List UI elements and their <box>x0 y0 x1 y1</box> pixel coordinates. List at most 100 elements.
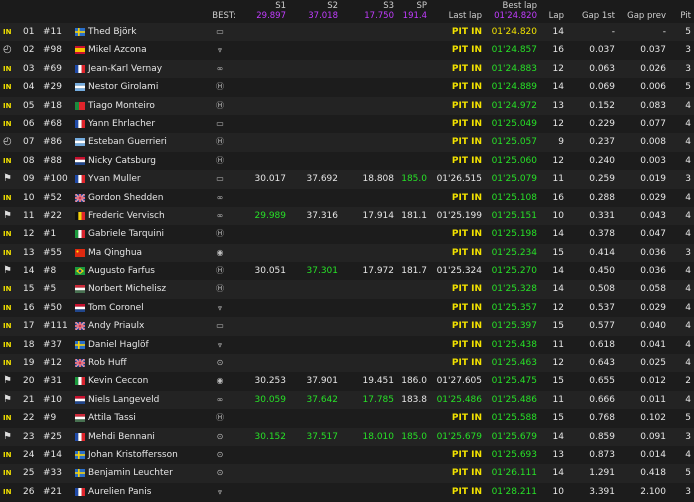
col-last-lap-header: Last lap <box>448 11 482 21</box>
last-lap: PIT IN <box>451 27 482 37</box>
table-row[interactable]: ⚑ 21 #10 Niels Langeveld ∞ 30.059 37.642 17.785… <box>0 390 694 410</box>
table-row[interactable]: IN 01 #11 Thed Björk ▭ PIT IN 01'24.820 14- -5 <box>0 23 694 42</box>
gap-to-previous: 0.011 <box>640 394 666 405</box>
sector-3-time: 19.451 <box>362 376 395 387</box>
driver-name: Ma Qinghua <box>88 247 143 258</box>
col-s2-header: S2 <box>327 1 338 11</box>
lap-count: 14 <box>552 229 564 240</box>
sector-2-time: 37.301 <box>306 266 339 277</box>
driver-name: Rob Huff <box>88 358 127 369</box>
flag-gb-icon <box>74 321 86 331</box>
vw-logo-icon: ⊙ <box>216 449 224 459</box>
position: 21 <box>23 394 35 405</box>
gap-to-first: 1.291 <box>589 468 615 479</box>
flag-fr-icon <box>75 432 85 441</box>
lap-count: 11 <box>552 174 564 185</box>
table-row[interactable]: IN 22 #9 Attila Tassi Ⓗ PIT IN 01'25.588 15 0.76… <box>0 409 694 428</box>
sector-3-time: 17.785 <box>362 394 395 405</box>
table-row[interactable]: IN 08 #88 Nicky Catsburg Ⓗ PIT IN 01'25.060 12 0… <box>0 151 694 171</box>
hyundai-logo-icon: Ⓗ <box>216 155 224 165</box>
lap-count: 14 <box>552 468 564 479</box>
table-row[interactable]: IN 26 #21 Aurelien Panis ⩔ PIT IN 01'28.211 10 3… <box>0 482 694 502</box>
gap-to-first: 0.768 <box>589 413 615 424</box>
table-row[interactable]: IN 03 #69 Jean-Karl Vernay ∞ PIT IN 01'24.883 1… <box>0 59 694 79</box>
driver-name: Frederic Vervisch <box>88 210 165 221</box>
gap-to-previous: 0.025 <box>640 358 666 369</box>
pit-status-label: IN <box>3 119 12 128</box>
pit-stops: 4 <box>685 302 691 313</box>
honda-logo-icon: Ⓗ <box>216 100 224 110</box>
table-row[interactable]: IN 13 #55 Ma Qinghua ◉ PIT IN 01'25.234 15 0.414… <box>0 243 694 263</box>
gap-to-first: 0.288 <box>589 192 615 203</box>
flag-gb-icon <box>74 192 86 203</box>
gap-to-previous: - <box>662 27 666 37</box>
gap-to-previous: 0.091 <box>640 431 666 442</box>
driver-name: Niels Langeveld <box>88 394 160 405</box>
table-row[interactable]: IN 06 #68 Yann Ehrlacher ▭ PIT IN 01'25.049 12 0… <box>0 114 694 134</box>
position: 24 <box>23 449 35 460</box>
gap-to-first: - <box>611 27 615 37</box>
pit-stops: 5 <box>685 468 691 479</box>
table-row[interactable]: IN 12 #1 Gabriele Tarquini Ⓗ PIT IN 01'25.198 1… <box>0 225 694 244</box>
table-row[interactable]: IN 24 #14 Johan Kristoffersson ⊙ PIT IN 01'25.… <box>0 445 694 465</box>
driver-name: Jean-Karl Vernay <box>88 63 163 74</box>
car-status-icon: ⚑ <box>3 173 12 185</box>
table-row[interactable]: ⚑ 20 #31 Kevin Ceccon ◉ 30.253 37.901 19.451 186… <box>0 372 694 391</box>
last-lap: PIT IN <box>451 358 482 369</box>
last-lap: 01'25.679 <box>436 431 482 442</box>
speed-trap: 186.0 <box>401 376 427 387</box>
gap-to-first: 0.331 <box>589 210 615 221</box>
lap-count: 15 <box>552 376 564 387</box>
lap-count: 12 <box>552 358 564 369</box>
table-row[interactable]: IN 05 #18 Tiago Monteiro Ⓗ PIT IN 01'24.972 13 0… <box>0 96 694 115</box>
position: 17 <box>23 321 35 332</box>
position: 12 <box>23 229 35 240</box>
driver-name: Norbert Michelisz <box>88 284 167 295</box>
honda-logo-icon: Ⓗ <box>216 137 224 147</box>
table-row[interactable]: ⚑ 23 #25 Mehdi Bennani ⊙ 30.152 37.517 18.010 18… <box>0 427 694 446</box>
lynk-logo-icon: ▭ <box>216 27 224 36</box>
gap-to-previous: 0.058 <box>640 284 666 295</box>
sector-1-time: 30.253 <box>254 376 287 387</box>
speed-trap: 183.8 <box>401 394 427 405</box>
table-row[interactable]: IN 17 #111 Andy Priaulx ▭ PIT IN 01'25.397 15 0.… <box>0 317 694 336</box>
table-row[interactable]: IN 25 #33 Benjamin Leuchter ⊙ PIT IN 01'26.111… <box>0 464 694 483</box>
table-row[interactable]: ⚑ 11 #22 Frederic Vervisch ∞ 29.989 37.316 17.9… <box>0 206 694 226</box>
driver-name: Yvan Muller <box>88 174 141 185</box>
flag-gb-icon <box>74 358 86 368</box>
table-row[interactable]: IN 16 #50 Tom Coronel ⩔ PIT IN 01'25.357 12 0.53… <box>0 298 694 318</box>
table-row[interactable]: ◴ 02 #98 Mikel Azcona ⩔ PIT IN 01'24.857 16 0.03… <box>0 41 694 60</box>
gap-to-first: 0.237 <box>589 137 615 148</box>
pit-status-label: IN <box>3 359 12 368</box>
flag-br-icon <box>75 267 85 276</box>
table-row[interactable]: IN 15 #5 Norbert Michelisz Ⓗ PIT IN 01'25.328 1… <box>0 280 694 299</box>
flag-cn-icon <box>75 248 85 257</box>
last-lap: PIT IN <box>451 63 482 74</box>
last-lap: PIT IN <box>451 486 482 497</box>
gap-to-previous: 0.029 <box>640 192 666 203</box>
col-sp-header: SP <box>416 1 427 11</box>
table-row[interactable]: IN 04 #29 Nestor Girolami Ⓗ PIT IN 01'24.889 14… <box>0 78 694 97</box>
gap-to-first: 0.537 <box>589 302 615 313</box>
gap-to-first: 0.037 <box>589 45 615 56</box>
pit-status-label: IN <box>3 322 12 331</box>
gap-to-first: 0.666 <box>589 394 615 405</box>
pit-status-label: IN <box>3 285 12 294</box>
table-row[interactable]: ◴ 07 #86 Esteban Guerrieri Ⓗ PIT IN 01'25.057 9… <box>0 133 694 152</box>
position: 11 <box>23 210 35 221</box>
flag-ar-icon <box>75 83 85 92</box>
gap-to-previous: 0.040 <box>640 321 666 332</box>
table-row[interactable]: IN 18 #37 Daniel Haglöf ⩔ PIT IN 01'25.438 11 0.… <box>0 335 694 355</box>
table-row[interactable]: IN 19 #12 Rob Huff ⊙ PIT IN 01'25.463 12 0.643 0.… <box>0 354 694 373</box>
lap-count: 15 <box>552 321 564 332</box>
cupra-logo-icon: ⩔ <box>217 302 223 312</box>
driver-name: Esteban Guerrieri <box>88 137 167 148</box>
table-row[interactable]: IN 10 #52 Gordon Shedden ∞ PIT IN 01'25.108 16 0… <box>0 188 694 207</box>
pit-stops: 3 <box>685 486 691 497</box>
table-row[interactable]: ⚑ 14 #8 Augusto Farfus Ⓗ 30.051 37.301 17.972 18… <box>0 262 694 281</box>
pit-stops: 4 <box>685 192 691 203</box>
hyundai-logo-icon: Ⓗ <box>216 229 224 239</box>
gap-to-previous: 0.026 <box>640 63 666 74</box>
table-row[interactable]: ⚑ 09 #100 Yvan Muller ▭ 30.017 37.692 18.808 185… <box>0 170 694 189</box>
lap-count: 11 <box>552 339 564 350</box>
